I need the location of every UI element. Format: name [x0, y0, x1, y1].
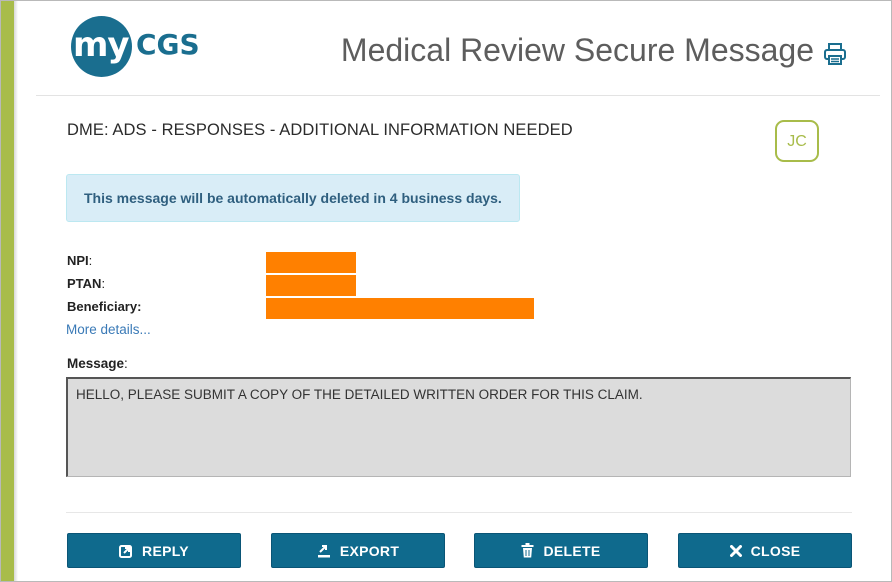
- close-label: CLOSE: [750, 542, 801, 559]
- close-button[interactable]: CLOSE: [678, 533, 852, 568]
- export-label: EXPORT: [339, 542, 400, 559]
- footer-divider: [66, 512, 852, 513]
- message-body: HELLO, PLEASE SUBMIT A COPY OF THE DETAI…: [66, 377, 851, 477]
- close-icon: [729, 544, 742, 557]
- header-divider: [36, 95, 880, 96]
- reply-button[interactable]: REPLY: [67, 533, 241, 568]
- print-icon[interactable]: [823, 42, 847, 66]
- export-button[interactable]: EXPORT: [271, 533, 445, 568]
- sender-initials-badge: JC: [775, 120, 819, 162]
- reply-label: REPLY: [142, 542, 189, 559]
- ptan-label-text: PTAN: [67, 276, 102, 291]
- trash-icon: [521, 543, 534, 558]
- npi-label-colon: :: [88, 253, 93, 268]
- window-frame: [0, 0, 892, 582]
- npi-label: NPI:: [67, 253, 92, 268]
- beneficiary-label-text: Beneficiary:: [67, 299, 142, 314]
- message-label-text: Message: [67, 356, 125, 371]
- ptan-value-redacted: [266, 275, 356, 296]
- more-details-link[interactable]: More details...: [66, 322, 151, 337]
- sidebar-shadow: [14, 1, 18, 581]
- export-icon: [317, 544, 331, 558]
- reply-icon: [119, 544, 133, 558]
- beneficiary-value-redacted: [266, 298, 534, 319]
- ptan-label-colon: :: [101, 276, 106, 291]
- page-title: Medical Review Secure Message: [340, 32, 814, 68]
- beneficiary-label: Beneficiary:: [67, 299, 141, 314]
- npi-value-redacted: [266, 252, 356, 273]
- ptan-label: PTAN:: [67, 276, 105, 291]
- message-subject: DME: ADS - RESPONSES - ADDITIONAL INFORM…: [67, 121, 573, 139]
- message-label: Message:: [67, 356, 128, 371]
- npi-label-text: NPI: [67, 253, 89, 268]
- mycgs-logo: my CGS: [71, 16, 221, 77]
- logo-my-text: my: [73, 25, 130, 65]
- deletion-alert: This message will be automatically delet…: [66, 174, 520, 222]
- accent-sidebar: [1, 1, 14, 581]
- message-label-colon: :: [124, 356, 128, 371]
- logo-cgs-text: CGS: [136, 28, 200, 61]
- delete-button[interactable]: DELETE: [474, 533, 648, 568]
- delete-label: DELETE: [543, 542, 601, 559]
